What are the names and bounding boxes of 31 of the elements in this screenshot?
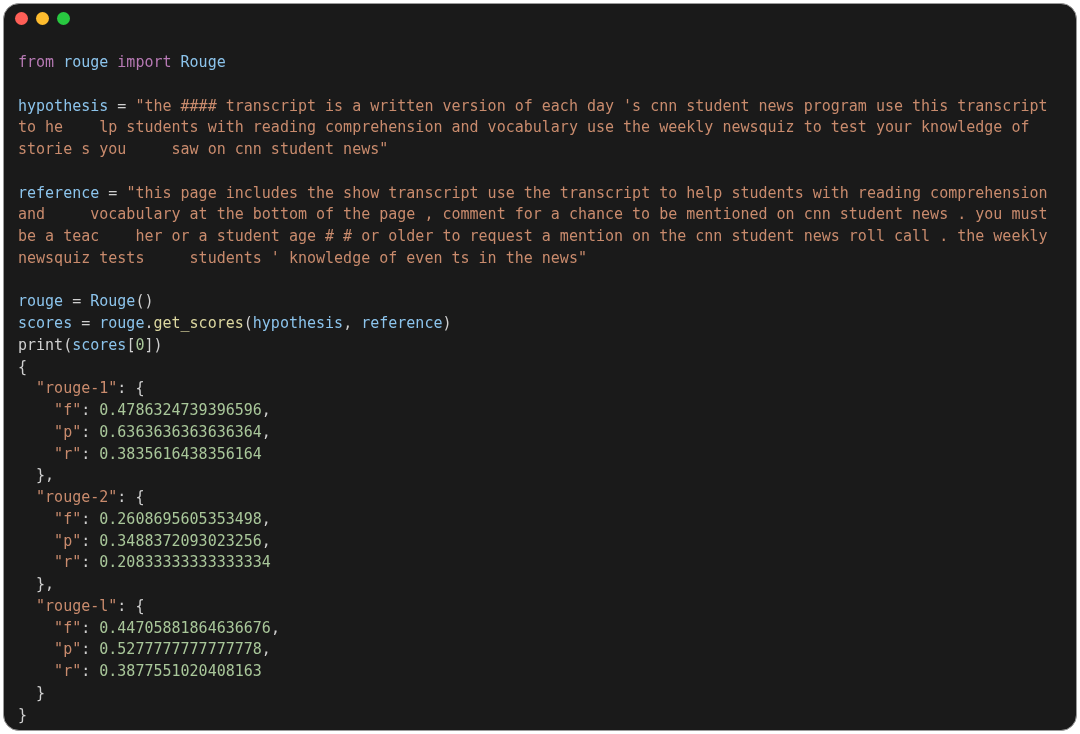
code-line: reference = "this page includes the show transcript use the transcript to help students with reading comprehension bbox=[18, 182, 1048, 204]
code-line: "rouge-2": { bbox=[35, 487, 145, 508]
code-line: }, bbox=[35, 465, 55, 487]
code-line: "f": 0.4786324739396596, bbox=[53, 400, 271, 421]
code-line: } bbox=[35, 682, 46, 704]
code-line: scores = rouge.get_scores(hypothesis, reference) bbox=[18, 313, 452, 334]
code-line: "r": 0.3877551020408163 bbox=[53, 661, 262, 682]
code-line: to he lp students with reading comprehension and vocabulary use the weekly newsquiz to test your knowledge of bbox=[18, 117, 1030, 139]
code-line: newsquiz tests students ' knowledge of even ts in the news" bbox=[18, 247, 587, 269]
code-line: "rouge-l": { bbox=[35, 595, 145, 617]
code-line: rouge = Rouge() bbox=[18, 291, 154, 313]
code-line: "p": 0.3488372093023256, bbox=[53, 530, 271, 552]
code-line: "rouge-1": { bbox=[35, 378, 145, 400]
code-line: from rouge import Rouge bbox=[18, 52, 226, 73]
code-line: and vocabulary at the bottom of the page , comment for a chance to be mentioned on cnn student news . you must bbox=[18, 204, 1048, 226]
close-button[interactable] bbox=[15, 12, 28, 25]
zoom-button[interactable] bbox=[57, 12, 70, 25]
code-line: storie s you saw on cnn student news" bbox=[18, 139, 389, 160]
code-line: be a teac her or a student age # # or older to request a mention on the cnn student news roll call . the weekly bbox=[18, 226, 1048, 247]
code-line: "f": 0.2608695605353498, bbox=[53, 508, 271, 530]
code-line: }, bbox=[35, 574, 55, 595]
minimize-button[interactable] bbox=[36, 12, 49, 25]
code-line: "r": 0.3835616438356164 bbox=[53, 443, 262, 465]
code-line: "r": 0.20833333333333334 bbox=[53, 552, 271, 574]
code-line: print(scores[0]) bbox=[18, 334, 163, 356]
code-line: hypothesis = "the #### transcript is a written version of each day 's cnn student news program use this transcript bbox=[18, 95, 1048, 117]
code-line: "p": 0.6363636363636364, bbox=[53, 421, 271, 443]
code-line: "p": 0.5277777777777778, bbox=[53, 639, 271, 661]
code-line: } bbox=[18, 704, 28, 726]
code-line: { bbox=[18, 356, 28, 378]
code-line: "f": 0.44705881864636676, bbox=[53, 617, 280, 639]
